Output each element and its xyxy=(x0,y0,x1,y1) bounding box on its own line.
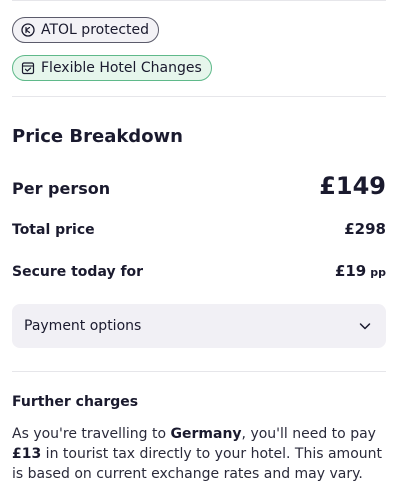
flexible-hotel-badge-label: Flexible Hotel Changes xyxy=(41,60,202,76)
further-charges-title: Further charges xyxy=(12,394,139,410)
calendar-check-icon xyxy=(21,61,35,75)
atol-shield-icon xyxy=(21,23,35,37)
further-charges-text: As you're travelling to Germany, you'll … xyxy=(12,424,386,484)
total-price-label: Total price xyxy=(12,222,95,238)
further-text-part: As you're travelling to xyxy=(12,426,171,442)
further-text-part: , you'll need to pay xyxy=(241,426,376,442)
payment-options-label: Payment options xyxy=(24,318,142,334)
secure-today-label: Secure today for xyxy=(12,264,144,280)
price-breakdown-title: Price Breakdown xyxy=(12,126,183,147)
further-text-part: in tourist tax directly to your hotel. T… xyxy=(12,446,382,482)
further-amount: £13 xyxy=(12,446,42,462)
total-price-value: £298 xyxy=(344,220,386,238)
chevron-down-icon xyxy=(358,319,372,333)
secure-today-unit: pp xyxy=(370,266,386,279)
atol-badge-label: ATOL protected xyxy=(41,22,150,38)
per-person-label: Per person xyxy=(12,179,111,198)
flexible-hotel-badge: Flexible Hotel Changes xyxy=(12,55,212,81)
further-country: Germany xyxy=(170,426,242,442)
section-divider xyxy=(12,371,386,372)
atol-badge: ATOL protected xyxy=(12,17,160,43)
total-price-row: Total price £298 xyxy=(12,220,386,238)
secure-today-value-wrap: £19 pp xyxy=(335,262,386,280)
payment-options-dropdown[interactable]: Payment options xyxy=(12,304,386,348)
secure-today-value: £19 xyxy=(334,262,367,280)
per-person-row: Per person £149 xyxy=(12,172,386,200)
section-divider xyxy=(12,96,386,97)
per-person-value: £149 xyxy=(319,172,386,200)
top-divider xyxy=(12,0,386,1)
secure-today-row: Secure today for £19 pp xyxy=(12,262,386,280)
